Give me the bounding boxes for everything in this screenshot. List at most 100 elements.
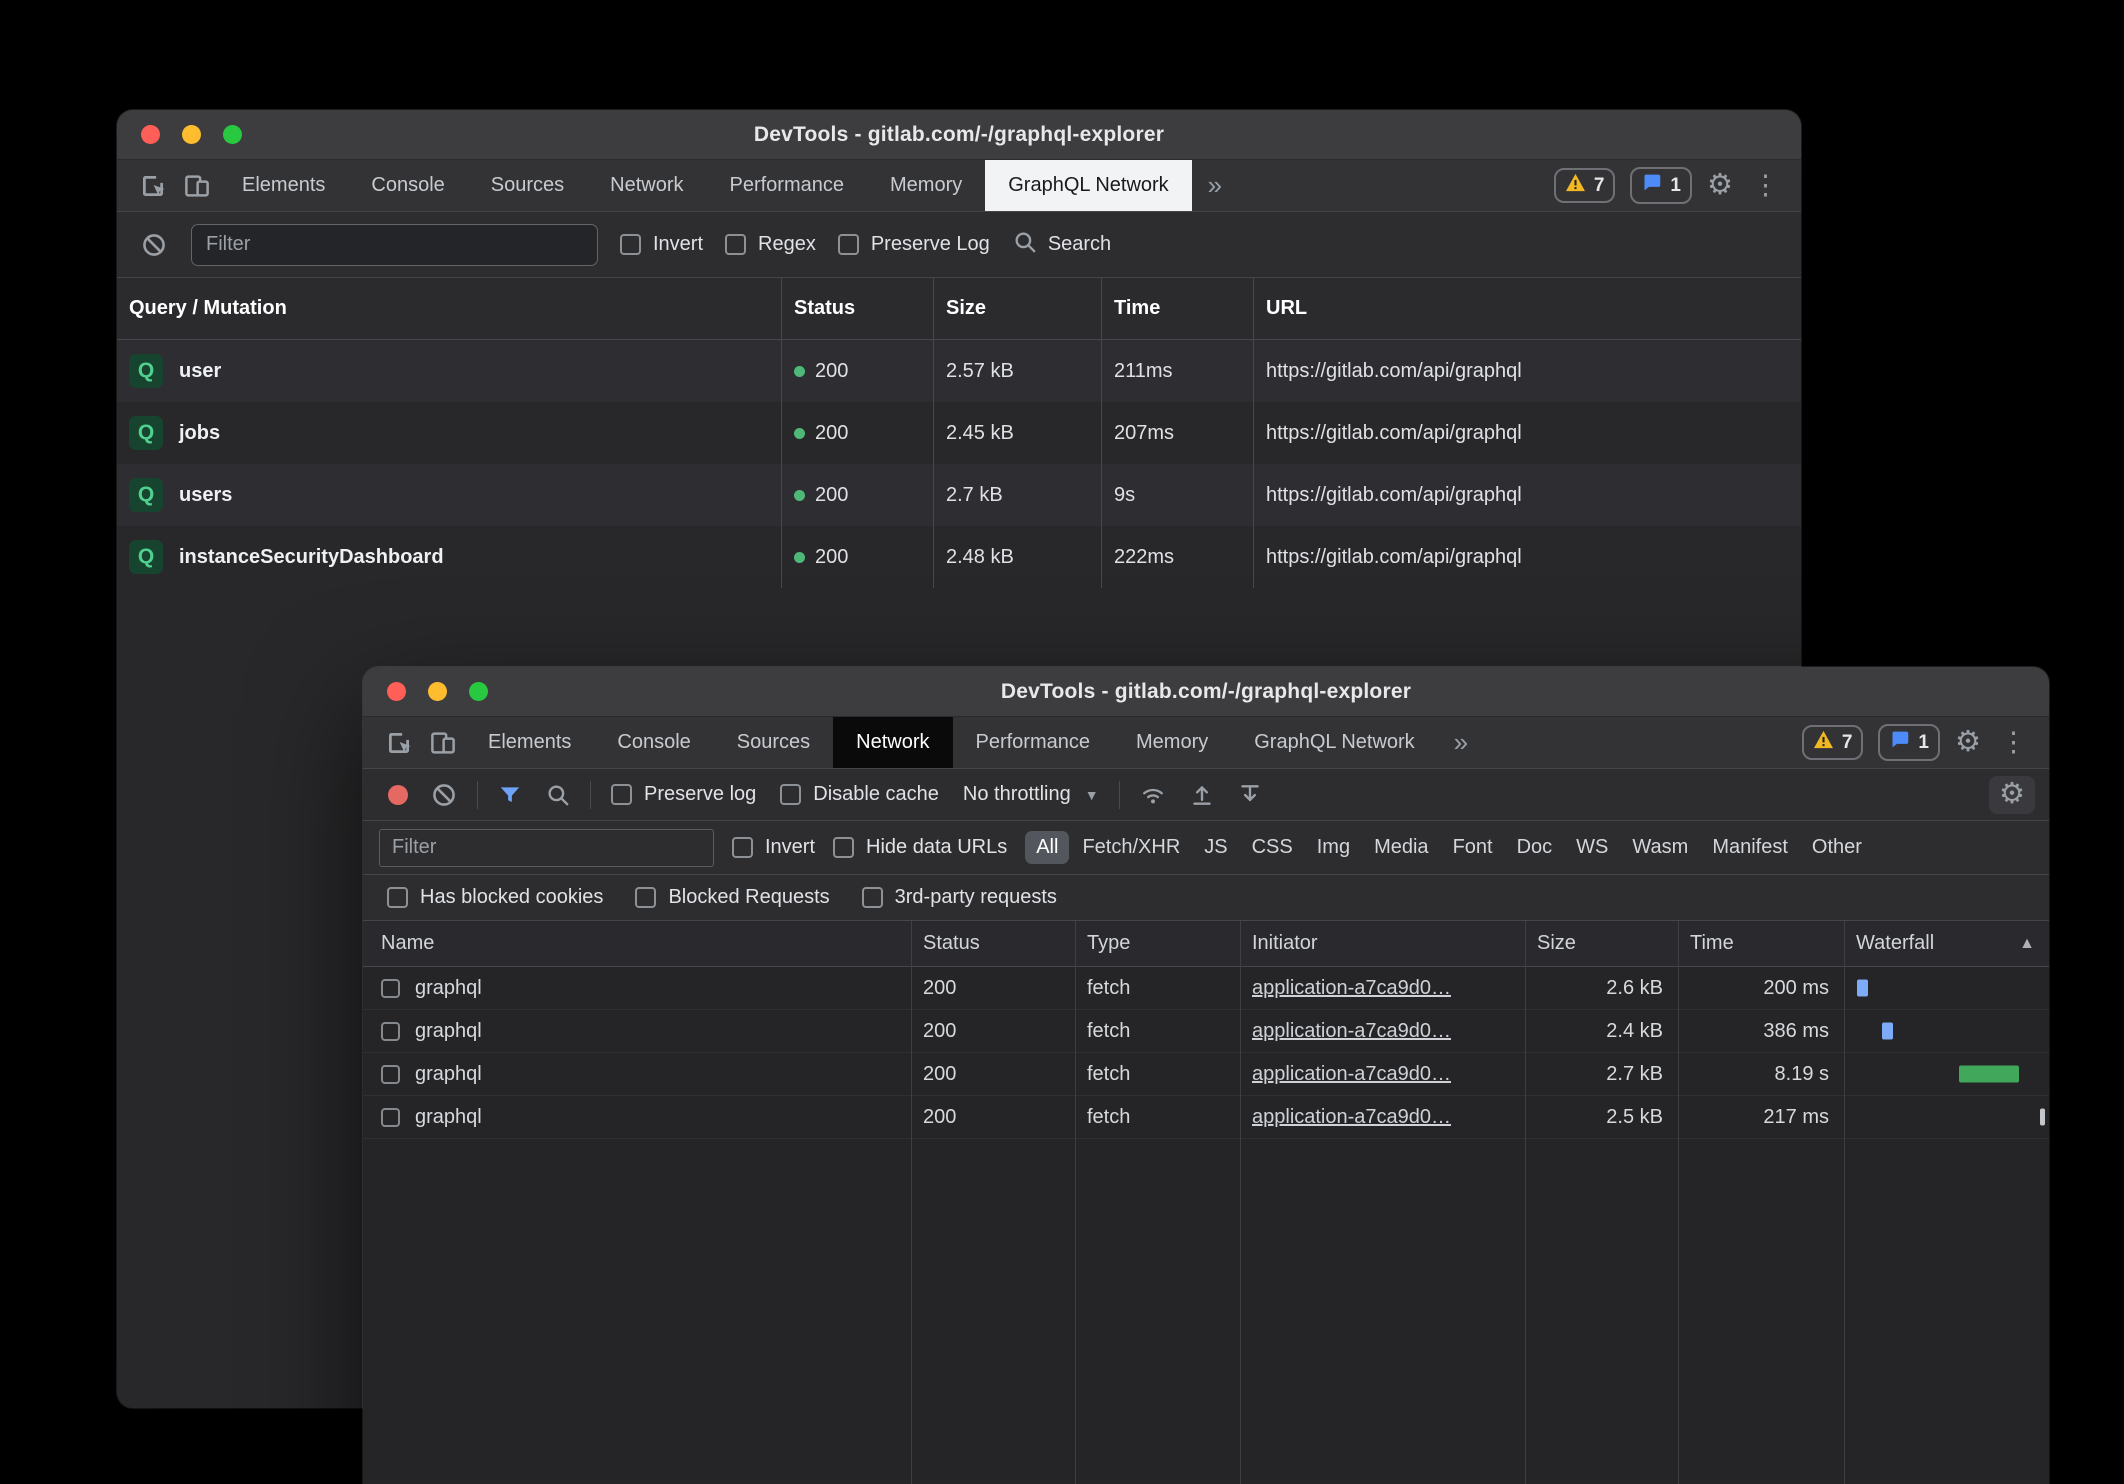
type-filter-doc[interactable]: Doc (1506, 831, 1564, 864)
initiator-link[interactable]: application-a7ca9d0… (1252, 1063, 1451, 1086)
invert-checkbox[interactable] (620, 234, 641, 255)
row-checkbox[interactable] (381, 979, 400, 998)
type-filter-img[interactable]: Img (1306, 831, 1361, 864)
type-filter-wasm[interactable]: Wasm (1621, 831, 1699, 864)
clear-button[interactable] (419, 781, 469, 809)
disable-cache-checkbox[interactable] (780, 784, 801, 805)
type-filter-manifest[interactable]: Manifest (1701, 831, 1799, 864)
minimize-button[interactable] (428, 682, 447, 701)
table-row[interactable]: graphql 200 fetch application-a7ca9d0… 2… (363, 967, 2049, 1010)
table-row[interactable]: graphql 200 fetch application-a7ca9d0… 2… (363, 1053, 2049, 1096)
has-blocked-cookies-checkbox-group[interactable]: Has blocked cookies (387, 886, 603, 909)
table-row[interactable]: graphql 200 fetch application-a7ca9d0… 2… (363, 1096, 2049, 1139)
import-har-icon[interactable] (1178, 782, 1226, 808)
tab-console[interactable]: Console (594, 717, 713, 768)
clear-block-icon[interactable] (139, 231, 169, 259)
initiator-link[interactable]: application-a7ca9d0… (1252, 1106, 1451, 1129)
hide-data-urls-checkbox-group[interactable]: Hide data URLs (833, 836, 1007, 859)
filter-input[interactable] (379, 829, 714, 867)
table-row[interactable]: graphql 200 fetch application-a7ca9d0… 2… (363, 1010, 2049, 1053)
col-name[interactable]: Name (363, 921, 911, 966)
warnings-badge[interactable]: 7 (1802, 725, 1864, 760)
more-tabs-button[interactable]: » (1192, 160, 1238, 211)
initiator-link[interactable]: application-a7ca9d0… (1252, 977, 1451, 1000)
tab-performance[interactable]: Performance (707, 160, 868, 211)
regex-checkbox[interactable] (725, 234, 746, 255)
col-status[interactable]: Status (781, 278, 933, 339)
kebab-menu-icon[interactable]: ⋮ (1996, 729, 2031, 756)
col-waterfall[interactable]: Waterfall ▲ (1844, 921, 2049, 966)
inspect-icon[interactable] (377, 717, 421, 768)
more-tabs-button[interactable]: » (1438, 717, 1484, 768)
preserve-log-checkbox[interactable] (611, 784, 632, 805)
filter-funnel-icon[interactable] (486, 782, 534, 808)
blocked-requests-checkbox[interactable] (635, 887, 656, 908)
tab-network[interactable]: Network (833, 717, 952, 768)
col-size[interactable]: Size (1525, 921, 1678, 966)
tab-elements[interactable]: Elements (219, 160, 348, 211)
device-toolbar-icon[interactable] (175, 160, 219, 211)
export-har-icon[interactable] (1226, 782, 1274, 808)
filter-input[interactable] (191, 224, 598, 266)
blocked-requests-checkbox-group[interactable]: Blocked Requests (635, 886, 829, 909)
row-checkbox[interactable] (381, 1022, 400, 1041)
table-row[interactable]: QinstanceSecurityDashboard 200 2.48 kB 2… (117, 526, 1801, 588)
network-settings-button[interactable]: ⚙ (1989, 776, 2035, 814)
table-row[interactable]: Qusers 200 2.7 kB 9s https://gitlab.com/… (117, 464, 1801, 526)
col-initiator[interactable]: Initiator (1240, 921, 1525, 966)
row-checkbox[interactable] (381, 1108, 400, 1127)
table-row[interactable]: Quser 200 2.57 kB 211ms https://gitlab.c… (117, 340, 1801, 402)
third-party-requests-checkbox-group[interactable]: 3rd-party requests (862, 886, 1057, 909)
type-filter-fetch-xhr[interactable]: Fetch/XHR (1071, 831, 1191, 864)
col-time[interactable]: Time (1101, 278, 1253, 339)
settings-gear-icon[interactable]: ⚙ (1955, 728, 1981, 757)
network-conditions-icon[interactable] (1128, 781, 1178, 809)
type-filter-all[interactable]: All (1025, 831, 1069, 864)
close-button[interactable] (387, 682, 406, 701)
type-filter-font[interactable]: Font (1442, 831, 1504, 864)
messages-badge[interactable]: 1 (1630, 167, 1692, 204)
tab-graphql-network[interactable]: GraphQL Network (985, 160, 1191, 211)
kebab-menu-icon[interactable]: ⋮ (1748, 172, 1783, 199)
tab-memory[interactable]: Memory (1113, 717, 1231, 768)
settings-gear-icon[interactable]: ⚙ (1707, 171, 1733, 200)
tab-elements[interactable]: Elements (465, 717, 594, 768)
type-filter-js[interactable]: JS (1193, 831, 1238, 864)
search-button[interactable]: Search (1012, 229, 1111, 261)
disable-cache-checkbox-group[interactable]: Disable cache (768, 783, 951, 806)
device-toolbar-icon[interactable] (421, 717, 465, 768)
fullscreen-button[interactable] (223, 125, 242, 144)
hide-data-urls-checkbox[interactable] (833, 837, 854, 858)
close-button[interactable] (141, 125, 160, 144)
inspect-icon[interactable] (131, 160, 175, 211)
row-checkbox[interactable] (381, 1065, 400, 1084)
invert-checkbox-group[interactable]: Invert (732, 836, 815, 859)
col-type[interactable]: Type (1075, 921, 1240, 966)
throttling-dropdown[interactable]: No throttling ▼ (951, 783, 1111, 806)
tab-sources[interactable]: Sources (714, 717, 833, 768)
tab-console[interactable]: Console (348, 160, 467, 211)
minimize-button[interactable] (182, 125, 201, 144)
type-filter-ws[interactable]: WS (1565, 831, 1619, 864)
table-row[interactable]: Qjobs 200 2.45 kB 207ms https://gitlab.c… (117, 402, 1801, 464)
preserve-log-checkbox[interactable] (838, 234, 859, 255)
search-icon[interactable] (534, 782, 582, 808)
warnings-badge[interactable]: 7 (1554, 168, 1616, 203)
tab-sources[interactable]: Sources (468, 160, 587, 211)
col-status[interactable]: Status (911, 921, 1075, 966)
col-time[interactable]: Time (1678, 921, 1844, 966)
messages-badge[interactable]: 1 (1878, 724, 1940, 761)
tab-memory[interactable]: Memory (867, 160, 985, 211)
record-button[interactable] (377, 785, 419, 805)
third-party-requests-checkbox[interactable] (862, 887, 883, 908)
preserve-log-checkbox-group[interactable]: Preserve Log (838, 233, 990, 256)
preserve-log-checkbox-group[interactable]: Preserve log (599, 783, 768, 806)
type-filter-css[interactable]: CSS (1241, 831, 1304, 864)
fullscreen-button[interactable] (469, 682, 488, 701)
col-size[interactable]: Size (933, 278, 1101, 339)
initiator-link[interactable]: application-a7ca9d0… (1252, 1020, 1451, 1043)
type-filter-other[interactable]: Other (1801, 831, 1873, 864)
tab-performance[interactable]: Performance (953, 717, 1114, 768)
invert-checkbox[interactable] (732, 837, 753, 858)
invert-checkbox-group[interactable]: Invert (620, 233, 703, 256)
